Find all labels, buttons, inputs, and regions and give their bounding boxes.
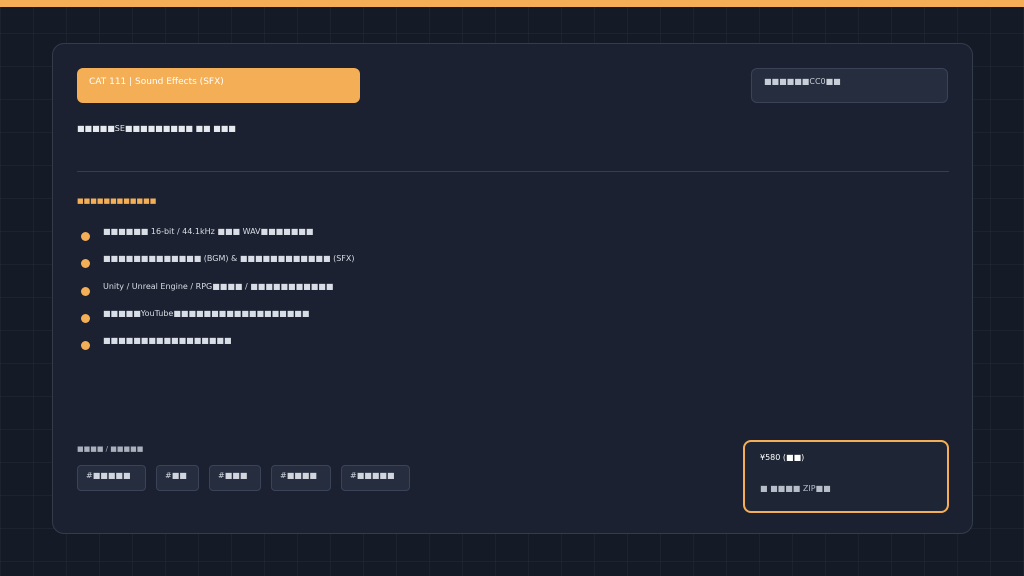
feature-list: ■■■■■■ 16-bit / 44.1kHz ■■■ WAV■■■■■■■ ■…	[81, 225, 354, 361]
bullet-dot-icon	[81, 313, 90, 323]
feature-item: ■■■■■■ 16-bit / 44.1kHz ■■■ WAV■■■■■■■	[81, 225, 354, 252]
feature-text: ■■■■■YouTube■■■■■■■■■■■■■■■■■■	[103, 308, 310, 318]
price-box[interactable]: ¥580 (■■) ■ ■■■■ ZIP■■	[743, 440, 949, 513]
download-format-label: ■ ■■■■ ZIP■■	[760, 484, 831, 493]
feature-item: Unity / Unreal Engine / RPG■■■■ / ■■■■■■…	[81, 280, 354, 307]
tag-chip[interactable]: #■■■■■	[77, 465, 146, 491]
bullet-dot-icon	[81, 341, 90, 351]
bullet-dot-icon	[81, 232, 90, 241]
bullet-dot-icon	[81, 259, 90, 269]
divider	[77, 171, 949, 172]
feature-text: Unity / Unreal Engine / RPG■■■■ / ■■■■■■…	[103, 281, 334, 291]
price-label: ¥580 (■■)	[760, 453, 805, 462]
product-subtitle: ■■■■■SE■■■■■■■■■ ■■ ■■■	[77, 124, 236, 133]
features-heading: ■■■■■■■■■■■■	[77, 197, 157, 205]
feature-text: ■■■■■■■■■■■■■ (BGM) & ■■■■■■■■■■■■ (SFX)	[103, 254, 355, 264]
tag-chip[interactable]: #■■	[156, 465, 199, 491]
tag-chip[interactable]: #■■■■■	[341, 465, 410, 491]
feature-text: ■■■■■■■■■■■■■■■■■	[103, 336, 232, 346]
feature-text: ■■■■■■ 16-bit / 44.1kHz ■■■ WAV■■■■■■■	[103, 227, 314, 236]
product-card: CAT 111 | Sound Effects (SFX) ■■■■■■CC0■…	[52, 43, 973, 534]
feature-item: ■■■■■■■■■■■■■■■■■	[81, 334, 354, 361]
feature-item: ■■■■■YouTube■■■■■■■■■■■■■■■■■■	[81, 307, 354, 334]
bullet-dot-icon	[81, 286, 90, 296]
tag-chip[interactable]: #■■■	[209, 465, 261, 491]
tags-label: ■■■■ / ■■■■■	[77, 445, 144, 453]
feature-item: ■■■■■■■■■■■■■ (BGM) & ■■■■■■■■■■■■ (SFX)	[81, 252, 354, 279]
top-accent-bar	[0, 0, 1024, 7]
tag-chip[interactable]: #■■■■	[271, 465, 331, 491]
license-badge: ■■■■■■CC0■■	[751, 68, 948, 103]
category-badge: CAT 111 | Sound Effects (SFX)	[77, 68, 360, 103]
tag-list: #■■■■■ #■■ #■■■ #■■■■ #■■■■■	[77, 465, 420, 491]
